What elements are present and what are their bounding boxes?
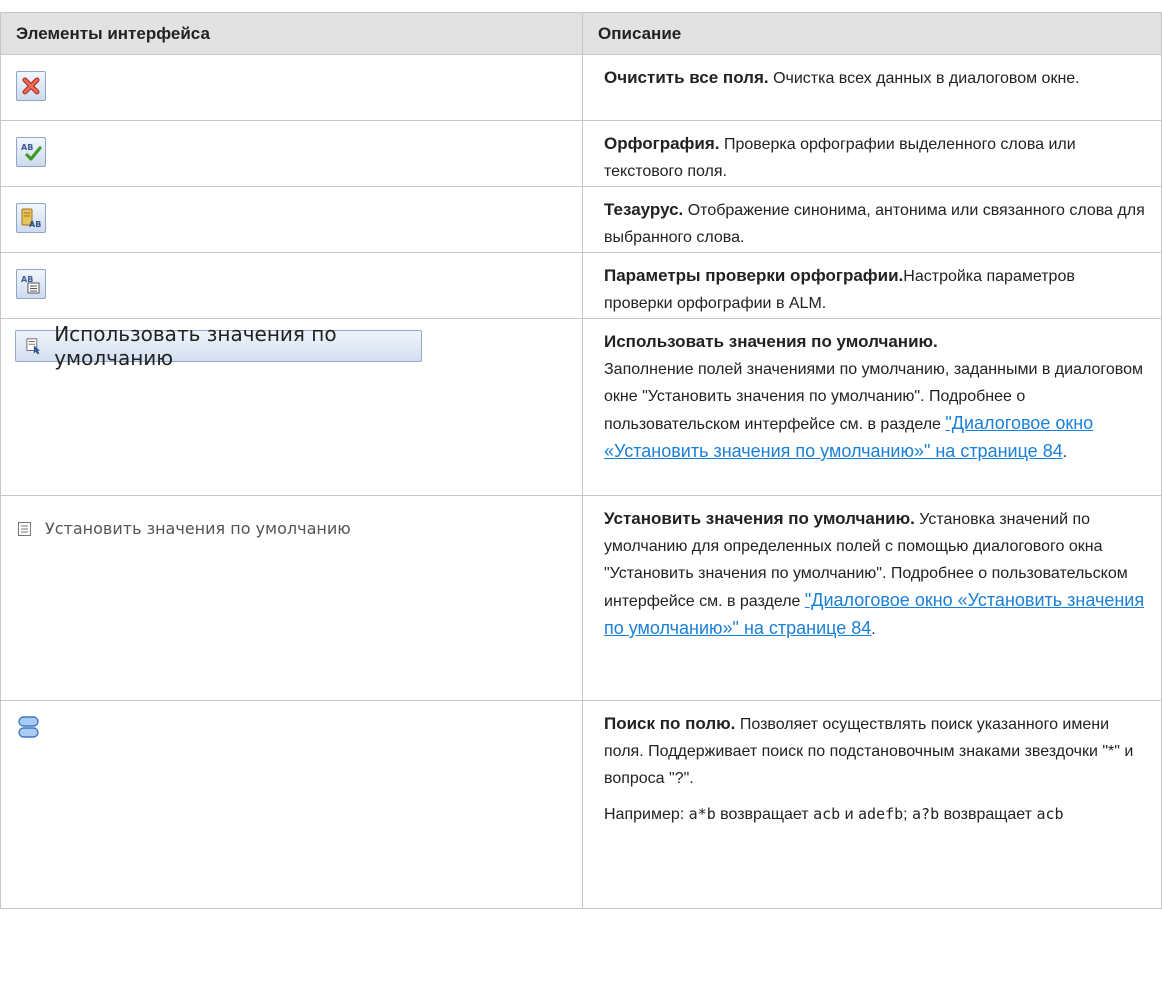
description-title: Орфография. (604, 134, 720, 153)
set-defaults-icon (18, 521, 31, 536)
table-row: AB Тезаурус. Отображение синонима, антон… (0, 186, 1162, 253)
description-title: Использовать значения по умолчанию. (604, 332, 938, 351)
use-defaults-icon (26, 338, 41, 355)
thesaurus-button[interactable]: AB (16, 203, 46, 233)
description-cell: Установить значения по умолчанию. Устано… (582, 495, 1162, 701)
element-cell: Установить значения по умолчанию (0, 495, 583, 701)
example-code: adefb (857, 805, 904, 823)
example-code: acb (1036, 805, 1064, 823)
ui-elements-table: Элементы интерфейса Описание Очистить вс… (0, 12, 1162, 909)
description-title: Поиск по полю. (604, 714, 736, 733)
example-code: acb (813, 805, 841, 823)
set-default-values-label: Установить значения по умолчанию (45, 519, 351, 538)
use-default-values-button[interactable]: Использовать значения по умолчанию (15, 322, 422, 370)
description-tail: . (871, 621, 876, 638)
description-title: Очистить все поля. (604, 68, 769, 87)
spelling-button[interactable]: AB (16, 137, 46, 167)
field-search-icon[interactable] (18, 716, 39, 738)
element-cell: Использовать значения по умолчанию (0, 318, 583, 496)
description-cell: Использовать значения по умолчанию. Запо… (582, 318, 1162, 496)
example-text: ; (903, 806, 913, 823)
table-row: Поиск по полю. Позволяет осуществлять по… (0, 700, 1162, 909)
thesaurus-icon: AB (21, 208, 41, 229)
description-cell: Орфография. Проверка орфографии выделенн… (582, 120, 1162, 187)
use-default-values-label: Использовать значения по умолчанию (54, 322, 337, 370)
description-title: Параметры проверки орфографии. (604, 266, 904, 285)
table-row: AB Орфография. Проверка орфографии выдел… (0, 120, 1162, 187)
element-cell: AB (0, 120, 583, 187)
spelling-options-icon: AB (21, 275, 40, 294)
example-text: Например: (604, 806, 689, 823)
table-header-row: Элементы интерфейса Описание (0, 12, 1162, 55)
clear-fields-button[interactable] (16, 71, 46, 101)
description-text: Отображение синонима, антонима или связа… (604, 202, 1145, 246)
table-row: Установить значения по умолчанию Установ… (0, 495, 1162, 701)
description-tail: . (1062, 444, 1068, 461)
table-row: Очистить все поля. Очистка всех данных в… (0, 54, 1162, 121)
example-code: a*b (688, 805, 716, 823)
element-cell: AB (0, 252, 583, 319)
set-default-values-button[interactable]: Установить значения по умолчанию (16, 519, 582, 538)
svg-text:AB: AB (29, 220, 41, 229)
element-cell (0, 700, 583, 909)
example-text: возвращает (939, 806, 1037, 823)
spelling-options-button[interactable]: AB (16, 269, 46, 299)
svg-text:AB: AB (21, 143, 33, 152)
description-title: Тезаурус. (604, 200, 684, 219)
description-cell: Параметры проверки орфографии.Настройка … (582, 252, 1162, 319)
example-note: Например: a*b возвращает acb и adefb; a?… (604, 801, 1145, 828)
spelling-icon: AB (21, 143, 42, 161)
column-header-description: Описание (582, 12, 1162, 55)
element-cell: AB (0, 186, 583, 253)
clear-fields-icon (22, 77, 40, 95)
example-text: и (840, 806, 858, 823)
description-cell: Очистить все поля. Очистка всех данных в… (582, 54, 1162, 121)
example-text: возвращает (715, 806, 814, 823)
column-header-elements: Элементы интерфейса (0, 12, 583, 55)
element-cell (0, 54, 583, 121)
description-cell: Поиск по полю. Позволяет осуществлять по… (582, 700, 1162, 909)
example-code: a?b (912, 805, 940, 823)
table-row: Использовать значения по умолчанию Испол… (0, 318, 1162, 496)
table-row: AB Параметры проверки орфографии.Настрой… (0, 252, 1162, 319)
description-title: Установить значения по умолчанию. (604, 509, 915, 528)
description-cell: Тезаурус. Отображение синонима, антонима… (582, 186, 1162, 253)
description-text: Очистка всех данных в диалоговом окне. (773, 70, 1080, 87)
